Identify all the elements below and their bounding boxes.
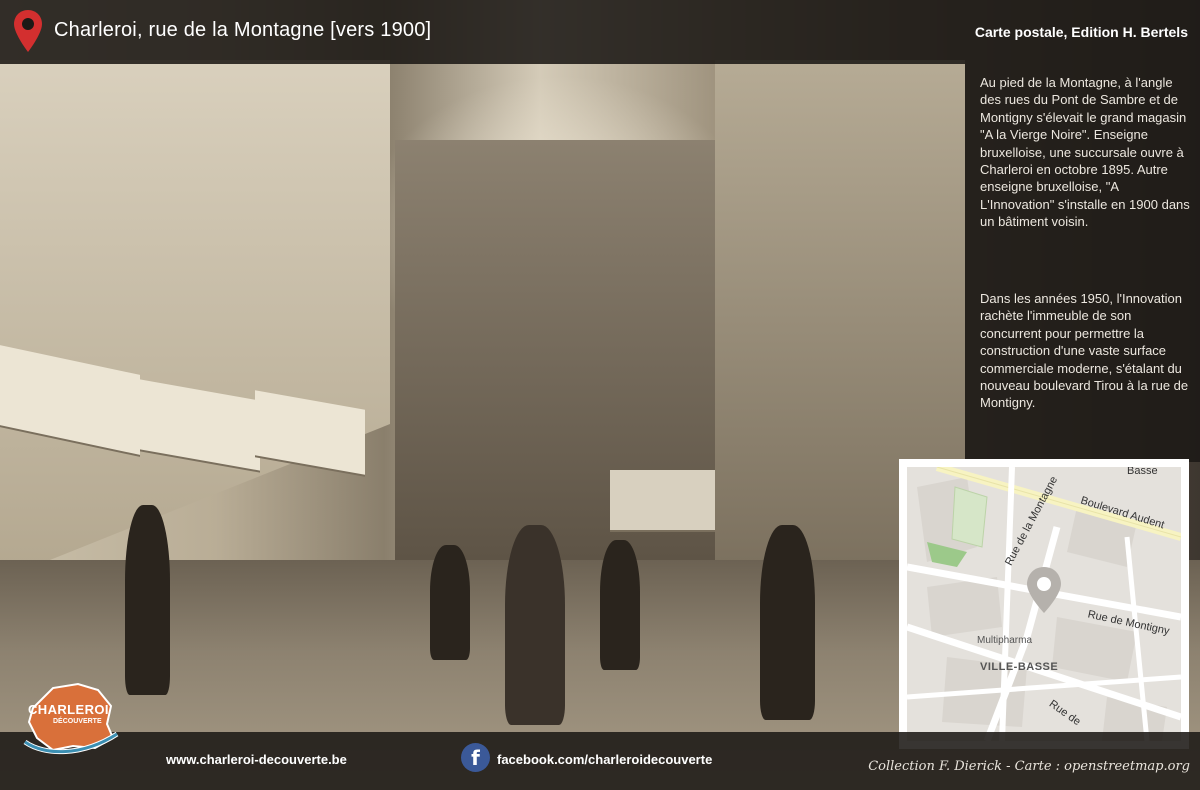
pedestrian	[125, 505, 170, 695]
page-title: Charleroi, rue de la Montagne [vers 1900…	[54, 19, 432, 41]
logo-text: CHARLEROI	[28, 702, 109, 717]
website-link[interactable]: www.charleroi-decouverte.be	[166, 752, 347, 767]
map-label-district: VILLE-BASSE	[980, 661, 1059, 673]
header-bar: Charleroi, rue de la Montagne [vers 1900…	[0, 0, 1200, 64]
map-frame: Boulevard Audent Rue de la Montagne Rue …	[899, 459, 1189, 749]
pedestrian	[430, 545, 470, 660]
map-pin-icon	[14, 10, 42, 52]
description-panel: Au pied de la Montagne, à l'angle des ru…	[965, 64, 1200, 462]
location-map[interactable]: Boulevard Audent Rue de la Montagne Rue …	[907, 467, 1181, 741]
pedestrian	[505, 525, 565, 725]
map-label-poi: Multipharma	[977, 635, 1033, 646]
left-building	[0, 60, 390, 580]
description-paragraph: Dans les années 1950, l'Innovation rachè…	[980, 291, 1189, 411]
awning	[610, 470, 715, 530]
postcard-source: Carte postale, Edition H. Bertels	[974, 24, 1188, 40]
pedestrian	[760, 525, 815, 720]
facebook-link[interactable]: facebook.com/charleroidecouverte	[497, 752, 712, 767]
facebook-icon[interactable]: f	[461, 743, 490, 772]
collection-credit: Collection F. Dierick - Carte : openstre…	[868, 759, 1190, 774]
description-paragraph: Au pied de la Montagne, à l'angle des ru…	[980, 75, 1190, 230]
pedestrian	[600, 540, 640, 670]
logo-subtext: DÉCOUVERTE	[53, 718, 102, 725]
map-label-street: Basse	[1127, 467, 1158, 477]
